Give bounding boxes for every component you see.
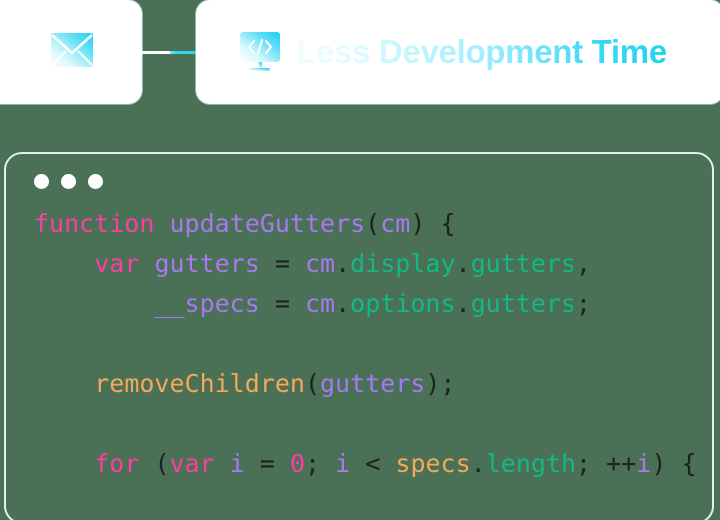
code-token-punct: ( (365, 209, 381, 238)
code-token-prop: options (350, 289, 456, 318)
code-token-func: specs (395, 449, 471, 478)
code-token-punct: . (470, 449, 486, 478)
code-token-prop: gutters (470, 249, 576, 278)
feature-card-title: Less Development Time (296, 33, 667, 70)
code-window-panel: function updateGutters(cm) { var gutters… (4, 152, 714, 520)
code-token-keyword: var (94, 249, 140, 278)
code-token-punct: { (440, 209, 456, 238)
code-token-num: 0 (289, 449, 306, 478)
code-token-ident: i (229, 449, 245, 478)
window-dot-close-icon[interactable] (34, 174, 49, 189)
code-token-ident: i (335, 449, 351, 478)
card-connector-line (140, 51, 200, 54)
code-token-ident: gutters (154, 249, 260, 278)
code-token-punct: = (274, 289, 290, 318)
code-token-punct: ++ (606, 449, 637, 478)
code-line: function updateGutters(cm) { (34, 204, 708, 244)
code-token-ident: gutters (320, 369, 426, 398)
code-token-punct: ( (304, 369, 320, 398)
code-token-punct: ; (305, 449, 321, 478)
window-dot-minimize-icon[interactable] (61, 174, 76, 189)
code-token-func: removeChildren (94, 369, 305, 398)
code-token-punct: . (335, 249, 351, 278)
code-line: __specs = cm.options.gutters; (34, 284, 708, 324)
code-token-punct: = (274, 249, 290, 278)
feature-card-mail[interactable] (0, 0, 142, 104)
code-token-prop: display (350, 249, 456, 278)
code-token-ident: i (636, 449, 652, 478)
window-control-dots (34, 174, 103, 189)
feature-cards-row: Less Development Time (0, 0, 720, 108)
code-token-punct: = (259, 449, 275, 478)
monitor-code-icon (238, 30, 282, 74)
code-token-ident: cm (304, 289, 336, 318)
code-token-punct: ; (576, 449, 592, 478)
feature-card-development[interactable]: Less Development Time (196, 0, 720, 104)
envelope-icon (50, 32, 94, 68)
code-block: function updateGutters(cm) { var gutters… (34, 204, 708, 484)
code-token-punct: . (455, 249, 471, 278)
code-token-prop: length (485, 449, 577, 478)
code-token-ident: cm (304, 249, 336, 278)
code-token-punct: . (335, 289, 351, 318)
code-token-punct: < (365, 449, 381, 478)
code-token-punct: ) (410, 209, 426, 238)
code-line: removeChildren(gutters); (34, 364, 708, 404)
code-token-ident: __specs (154, 289, 260, 318)
code-token-punct: ) (651, 449, 667, 478)
code-token-punct: ; (440, 369, 456, 398)
code-line: for (var i = 0; i < specs.length; ++i) { (34, 444, 708, 484)
code-token-punct: ; (575, 289, 591, 318)
window-dot-maximize-icon[interactable] (88, 174, 103, 189)
code-token-ident: cm (380, 209, 411, 238)
code-token-punct: ) (425, 369, 441, 398)
code-token-punct: { (681, 449, 697, 478)
code-token-prop: gutters (470, 289, 576, 318)
code-token-punct: , (575, 249, 591, 278)
code-line: var gutters = cm.display.gutters, (34, 244, 708, 284)
code-token-keyword: for (94, 449, 140, 478)
code-token-keyword: var (169, 449, 215, 478)
code-token-punct: . (455, 289, 471, 318)
code-token-keyword: function (34, 209, 155, 238)
code-token-punct: ( (154, 449, 170, 478)
code-token-ident: updateGutters (169, 209, 366, 238)
